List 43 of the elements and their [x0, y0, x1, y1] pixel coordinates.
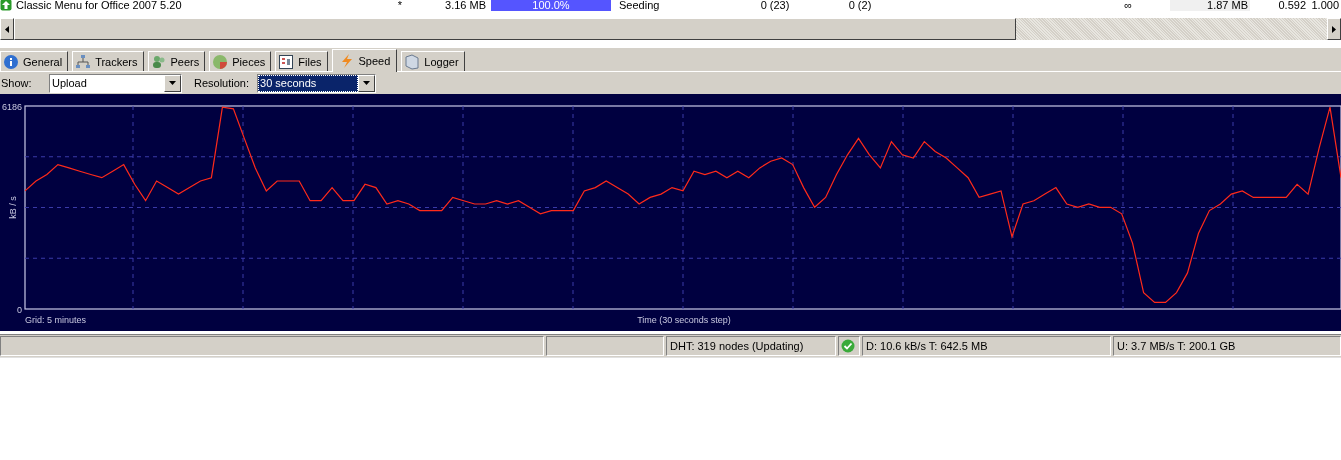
- right-arrow-icon: [1332, 25, 1336, 33]
- size-cell-text: 3.16 MB: [444, 0, 487, 11]
- scrollbar-thumb[interactable]: [14, 18, 1016, 40]
- scroll-left-button[interactable]: [0, 18, 14, 40]
- grid-note: Grid: 5 minutes: [25, 315, 87, 325]
- availability-cell-text: 1.000: [1310, 0, 1340, 11]
- torrent-name: Classic Menu for Office 2007 5.20: [15, 0, 183, 11]
- dropdown-field[interactable]: Upload: [49, 73, 182, 93]
- uploaded-cell: 1.87 MB: [1170, 0, 1250, 11]
- caret-icon: [363, 81, 371, 85]
- field-label: Resolution:: [194, 77, 250, 89]
- tab[interactable]: Logger: [401, 51, 465, 71]
- caret-icon: [169, 81, 176, 85]
- tab[interactable]: Pieces: [209, 51, 272, 71]
- tab[interactable]: Files: [275, 51, 328, 71]
- status-cell-text: Seeding: [618, 0, 661, 11]
- book-icon: [404, 53, 421, 70]
- tab[interactable]: General: [0, 51, 69, 71]
- seeds-cell-text: 0 (23): [759, 0, 791, 11]
- upload-status: U: 3.7 MB/s T: 200.1 GB: [1113, 336, 1341, 356]
- x-axis-label: Time (30 seconds step): [637, 315, 731, 325]
- network-icon: [75, 53, 92, 70]
- progress-text: 100.0%: [531, 0, 571, 11]
- tab[interactable]: Peers: [147, 51, 206, 71]
- tab[interactable]: Speed: [331, 49, 398, 72]
- scroll-right-button[interactable]: [1327, 18, 1341, 40]
- download-status: D: 10.6 kB/s T: 642.5 MB: [862, 336, 1111, 356]
- peers-cell-text: 0 (2): [847, 0, 873, 11]
- priority-cell-text: *: [396, 0, 404, 11]
- eta-cell-text: ∞: [1123, 0, 1133, 11]
- y-tick-label: 0: [17, 305, 22, 315]
- y-tick-label: 6186: [1, 102, 22, 112]
- y-axis-label: kB / s: [8, 196, 18, 219]
- ratio-cell-text: 0.592: [1277, 0, 1307, 11]
- field-label: Show:: [1, 77, 33, 89]
- people-icon: [150, 53, 167, 70]
- left-arrow-icon: [5, 25, 9, 33]
- info-icon: [3, 53, 19, 70]
- dropdown-field[interactable]: 30 seconds: [257, 73, 377, 93]
- dht-status: DHT: 319 nodes (Updating): [666, 336, 836, 356]
- tab[interactable]: Trackers: [72, 51, 144, 71]
- pie-chart-icon: [212, 53, 229, 70]
- list-icon: [278, 53, 295, 70]
